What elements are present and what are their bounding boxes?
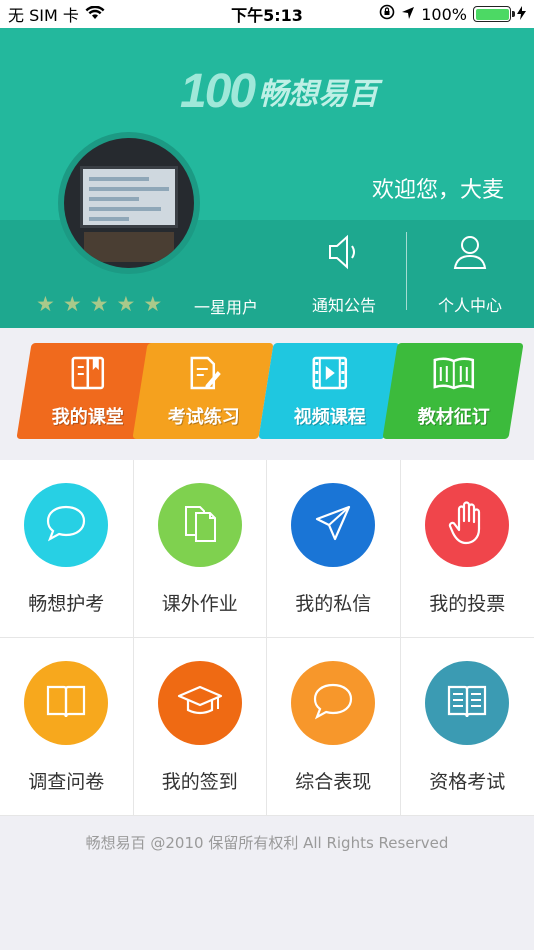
grid-icon-circle [24,661,109,745]
grid-item-label: 我的签到 [161,771,238,793]
grid-item-private-messages[interactable]: 我的私信 [267,460,401,638]
star-icon: ★ [116,292,136,316]
grid-icon-circle [291,661,376,745]
category-exam-practice[interactable]: 考试练习 [132,343,274,439]
grid-icon-circle [24,483,109,567]
grid-item-label: 资格考试 [429,771,506,793]
grid-item-label: 调查问卷 [28,771,105,793]
grid-icon-circle [291,483,376,567]
book-bookmark-icon [68,343,108,395]
notice-button[interactable]: 通知公告 [284,228,404,318]
chat-bubble-icon [311,681,355,725]
person-icon [452,228,488,292]
category-textbook-order[interactable]: 教材征订 [382,343,524,439]
open-book-icon [432,343,476,395]
grid-item-label: 综合表现 [295,771,372,793]
carrier-label: 无 SIM 卡 [8,6,79,25]
grid-icon-circle [157,483,242,567]
grid-icon-circle [157,661,242,745]
wifi-icon [85,5,105,24]
grid-item-overall-performance[interactable]: 综合表现 [267,638,401,816]
book-icon [44,681,88,725]
location-arrow-icon [401,5,415,24]
star-icon: ★ [143,292,163,316]
grid-icon-circle [425,661,510,745]
exam-pencil-icon [184,343,224,395]
battery-icon [473,6,515,22]
star-icon: ★ [36,292,55,316]
grid-item-label: 我的私信 [295,593,372,615]
film-icon [310,343,350,395]
rating-stars: ★ ★ ★ ★ ★ [36,294,162,315]
grid-item-my-votes[interactable]: 我的投票 [400,460,534,638]
charging-bolt-icon [517,5,526,24]
header-divider [406,232,407,310]
battery-percent: 100% [421,4,467,24]
copyright-footer: 畅想易百 @2010 保留所有权利 All Rights Reserved [85,834,449,852]
paper-plane-icon [311,501,355,549]
category-video-courses[interactable]: 视频课程 [258,343,400,439]
logo-number: 100 [180,64,256,118]
star-icon: ★ [62,292,82,316]
chat-bubble-icon [44,503,88,547]
grid-item-label: 畅想护考 [28,593,105,615]
graduation-cap-icon [176,681,224,725]
grid-item-qualification-exam[interactable]: 资格考试 [400,638,534,816]
category-banners: 我的课堂 考试练习 视频课程 教材征订 [0,328,534,460]
grid-item-nursing-exam[interactable]: 畅想护考 [0,460,134,638]
hand-icon [445,499,489,551]
profile-header: 100 畅想易百 欢迎您，大麦 ★ ★ ★ ★ ★ 一星用户 通知公告 个人中心 [0,28,534,328]
app-logo: 100 畅想易百 [180,60,390,122]
book-lines-icon [445,681,489,725]
grid-item-label: 我的投票 [429,593,506,615]
category-label: 视频课程 [293,407,366,428]
profile-center-button[interactable]: 个人中心 [410,228,530,318]
clock: 下午5:13 [231,6,303,25]
welcome-text: 欢迎您，大麦 [371,178,504,203]
notice-label: 通知公告 [311,296,376,315]
speaker-icon [326,228,362,292]
avatar[interactable] [58,132,200,274]
rotation-lock-icon [379,4,395,24]
grid-item-label: 课外作业 [161,593,238,615]
feature-grid: 畅想护考 课外作业 我的私信 我的投票 调查问卷 我的签到 综合表现 资格考试 [0,460,534,816]
status-bar: 无 SIM 卡 下午5:13 100% [0,0,534,28]
profile-label: 个人中心 [437,296,502,315]
grid-item-survey[interactable]: 调查问卷 [0,638,134,816]
star-icon: ★ [89,292,109,316]
category-label: 教材征订 [417,407,490,428]
grid-icon-circle [425,483,510,567]
category-label: 我的课堂 [51,407,124,428]
documents-icon [178,501,222,549]
logo-text: 畅想易百 [258,77,379,112]
category-label: 考试练习 [167,407,240,428]
grid-item-check-in[interactable]: 我的签到 [133,638,267,816]
user-level: 一星用户 [194,298,259,317]
avatar-photo [64,138,194,268]
grid-item-homework[interactable]: 课外作业 [133,460,267,638]
